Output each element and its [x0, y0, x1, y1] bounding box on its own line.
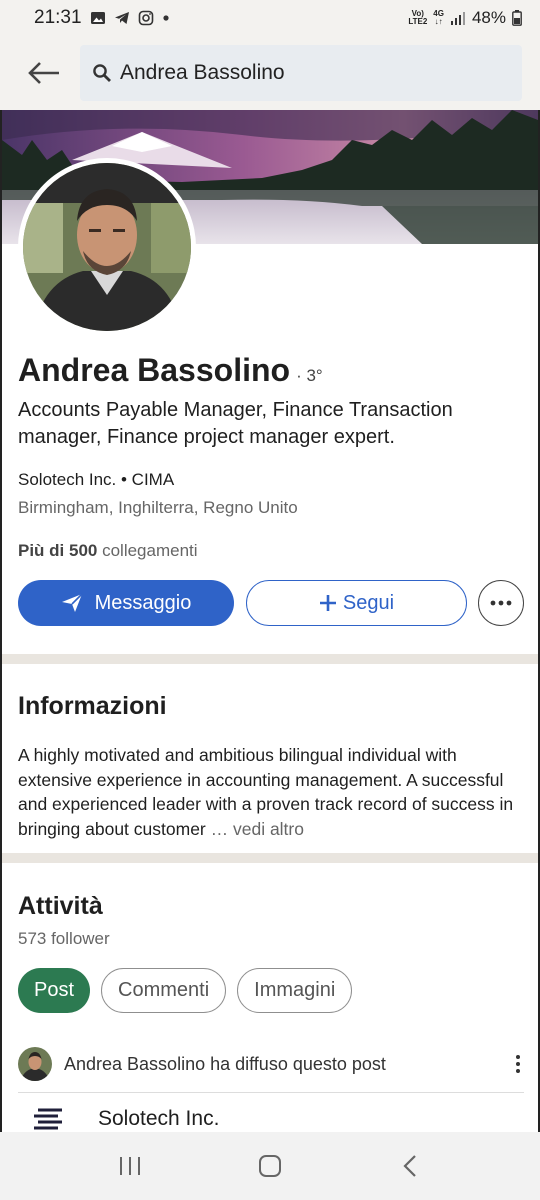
top-app-bar: Andrea Bassolino [0, 36, 540, 110]
post-divider [18, 1092, 524, 1093]
message-button-label: Messaggio [94, 591, 192, 614]
network-indicator: 4G ↓↑ [433, 9, 444, 26]
tab-post[interactable]: Post [18, 968, 91, 1013]
repost-header: Andrea Bassolino ha diffuso questo post [18, 1046, 524, 1082]
profile-company[interactable]: Solotech Inc. • CIMA [18, 470, 174, 490]
chevron-left-icon [403, 1155, 416, 1177]
signal-icon [450, 12, 465, 25]
profile-name-row: Andrea Bassolino · 3° [18, 352, 323, 389]
post-company-name: Solotech Inc. [98, 1107, 220, 1130]
avatar[interactable] [18, 1047, 52, 1081]
profile-connections[interactable]: Più di 500 collegamenti [18, 541, 198, 561]
follower-count: 573 follower [18, 929, 110, 948]
more-options-button[interactable] [478, 580, 524, 626]
about-text: A highly motivated and ambitious bilingu… [18, 745, 514, 839]
search-icon [93, 64, 111, 82]
see-more-link[interactable]: … vedi altro [206, 819, 304, 839]
profile-actions: Messaggio Segui [18, 580, 524, 626]
about-title: Informazioni [18, 692, 167, 720]
arrow-left-icon [28, 62, 59, 84]
notification-dot-icon [162, 15, 169, 21]
recent-apps-button[interactable] [100, 1146, 160, 1186]
profile-location: Birmingham, Inghilterra, Regno Unito [18, 498, 298, 517]
home-icon [259, 1155, 281, 1177]
repost-text: Andrea Bassolino ha diffuso questo post [64, 1053, 386, 1074]
instagram-icon [138, 10, 153, 26]
follow-button[interactable]: Segui [246, 580, 467, 626]
section-divider [2, 853, 538, 863]
plus-icon [319, 595, 336, 611]
home-button[interactable] [240, 1146, 300, 1186]
tab-comments[interactable]: Commenti [101, 968, 227, 1013]
recent-apps-icon [120, 1157, 140, 1175]
battery-icon [512, 10, 522, 26]
more-horizontal-icon [490, 600, 512, 606]
status-time: 21:31 [34, 7, 82, 28]
post-options-button[interactable] [512, 1049, 524, 1079]
system-nav-bar [0, 1132, 540, 1200]
post-author[interactable]: Solotech Inc. [18, 1104, 219, 1134]
back-nav-button[interactable] [380, 1146, 440, 1186]
battery-percent: 48% [471, 8, 506, 27]
search-input[interactable]: Andrea Bassolino [80, 45, 522, 101]
avatar-photo [23, 163, 191, 331]
follow-button-label: Segui [342, 591, 395, 614]
send-icon [61, 593, 83, 612]
activity-title: Attività [18, 892, 103, 920]
profile-headline: Accounts Payable Manager, Finance Transa… [18, 399, 453, 448]
volte-indicator: Vo) LTE2 [408, 9, 428, 26]
tab-images[interactable]: Immagini [237, 968, 353, 1013]
activity-tabs: Post Commenti Immagini [18, 968, 353, 1013]
profile-avatar[interactable] [18, 158, 196, 336]
profile-name: Andrea Bassolino [18, 352, 291, 388]
section-divider [2, 654, 538, 664]
search-value: Andrea Bassolino [120, 61, 285, 84]
back-button[interactable] [20, 49, 68, 97]
status-bar: 21:31 Vo) LTE2 4G ↓↑ 48% [0, 0, 540, 36]
telegram-icon [114, 12, 129, 24]
connection-degree: · 3° [296, 366, 323, 385]
gallery-icon [90, 12, 105, 24]
company-logo-icon [34, 1108, 62, 1130]
message-button[interactable]: Messaggio [18, 580, 234, 626]
